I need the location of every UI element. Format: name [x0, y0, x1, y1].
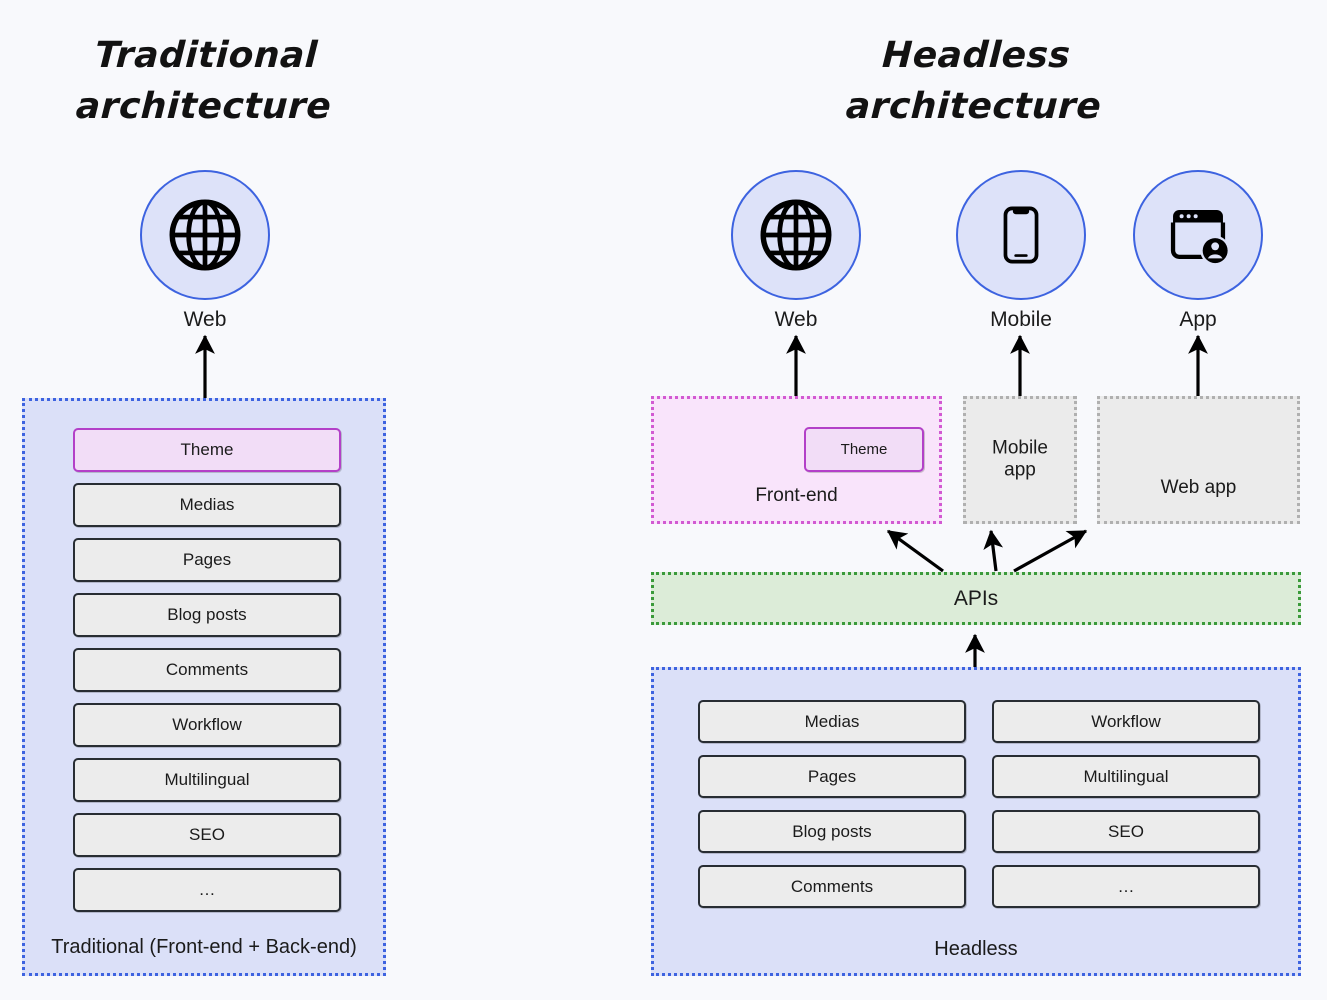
channel-label: Mobile — [990, 308, 1052, 331]
tile-seo[interactable]: SEO — [992, 810, 1260, 853]
headless-architecture-title: Headless architecture — [844, 35, 1103, 128]
tile-workflow[interactable]: Workflow — [73, 703, 341, 747]
web-app-container: Web app — [1097, 396, 1300, 524]
tile-medias[interactable]: Medias — [698, 700, 966, 743]
headless-tile-grid: Medias Workflow Pages Multilingual Blog … — [698, 700, 1260, 908]
mobile-app-container: Mobile app — [963, 396, 1077, 524]
mobile-app-caption: Mobile app — [992, 437, 1048, 481]
tile-theme[interactable]: Theme — [73, 428, 341, 472]
apis-label: APIs — [953, 586, 999, 610]
channel-circle — [140, 170, 270, 300]
tile-theme-frontend[interactable]: Theme — [804, 427, 924, 472]
tile-comments[interactable]: Comments — [73, 648, 341, 692]
browser-window-user-icon — [1159, 196, 1237, 274]
headless-stack-container: Medias Workflow Pages Multilingual Blog … — [651, 667, 1301, 976]
traditional-tile-list: Theme Medias Pages Blog posts Comments W… — [73, 428, 341, 912]
frontend-container: Theme Front-end — [651, 396, 942, 524]
globe-icon — [757, 196, 835, 274]
diagram-canvas: Traditional architecture Headless archit… — [0, 0, 1327, 1000]
channel-label: Web — [774, 308, 818, 331]
tile-blog-posts[interactable]: Blog posts — [698, 810, 966, 853]
channel-label: Web — [183, 308, 227, 331]
tile-comments[interactable]: Comments — [698, 865, 966, 908]
tile-pages[interactable]: Pages — [73, 538, 341, 582]
tile-blog-posts[interactable]: Blog posts — [73, 593, 341, 637]
globe-icon — [166, 196, 244, 274]
arrow-apis-to-webapp — [1013, 529, 1088, 573]
tile-multilingual[interactable]: Multilingual — [992, 755, 1260, 798]
tile-seo[interactable]: SEO — [73, 813, 341, 857]
channel-web-traditional: Web — [140, 170, 270, 332]
channel-circle — [1133, 170, 1263, 300]
channel-web-headless: Web — [731, 170, 861, 332]
tile-medias[interactable]: Medias — [73, 483, 341, 527]
tile-workflow[interactable]: Workflow — [992, 700, 1260, 743]
channel-circle — [731, 170, 861, 300]
apis-container: APIs — [651, 572, 1301, 625]
frontend-caption: Front-end — [755, 484, 838, 506]
channel-mobile: Mobile — [956, 170, 1086, 332]
web-app-caption: Web app — [1160, 476, 1237, 498]
tile-multilingual[interactable]: Multilingual — [73, 758, 341, 802]
tile-pages[interactable]: Pages — [698, 755, 966, 798]
mobile-phone-icon — [984, 198, 1058, 272]
traditional-stack-container: Theme Medias Pages Blog posts Comments W… — [22, 398, 386, 976]
tile-more[interactable]: … — [73, 868, 341, 912]
arrow-apis-to-mobileapp — [983, 529, 1004, 572]
channel-circle — [956, 170, 1086, 300]
arrow-apis-to-frontend — [886, 529, 944, 573]
traditional-architecture-title: Traditional architecture — [74, 35, 333, 128]
channel-label: App — [1179, 308, 1217, 331]
channel-app: App — [1133, 170, 1263, 332]
tile-more[interactable]: … — [992, 865, 1260, 908]
headless-container-caption: Headless — [934, 938, 1018, 960]
traditional-container-caption: Traditional (Front-end + Back-end) — [51, 936, 357, 958]
